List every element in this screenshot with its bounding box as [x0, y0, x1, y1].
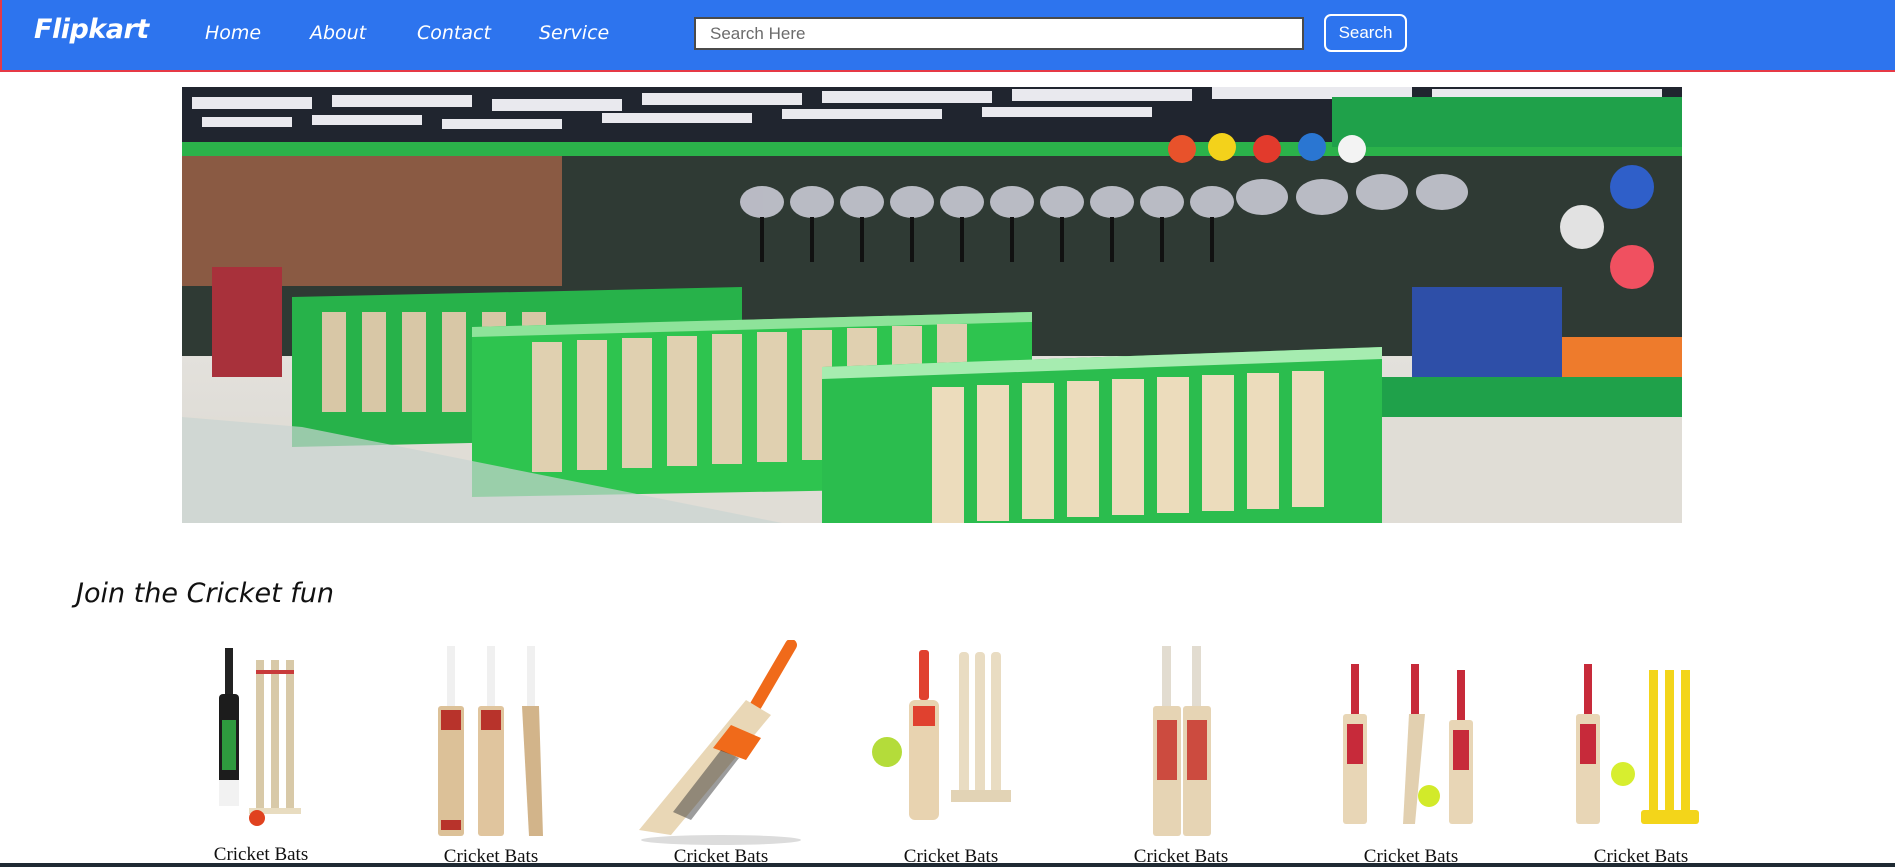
- product-card[interactable]: Cricket Bats: [621, 640, 821, 867]
- search-button[interactable]: Search: [1324, 14, 1407, 52]
- section-title: Join the Cricket fun: [76, 578, 335, 609]
- two-cricket-bats-image: [1153, 646, 1211, 836]
- product-list: Cricket Bats Cricket Bats Cricket Bats C…: [0, 640, 1895, 867]
- hero-image: [182, 87, 1682, 523]
- search-input[interactable]: [694, 17, 1304, 50]
- nav-link-service[interactable]: Service: [539, 22, 609, 44]
- product-card[interactable]: Cricket Bats: [161, 640, 361, 867]
- product-card[interactable]: Cricket Bats: [851, 640, 1051, 867]
- bottom-edge: [0, 863, 1895, 867]
- three-cricket-bats-image: [438, 646, 543, 836]
- sports-store-illustration: [182, 87, 1682, 523]
- nav-link-home[interactable]: Home: [205, 22, 261, 44]
- product-card[interactable]: Cricket Bats: [391, 640, 591, 867]
- product-card[interactable]: Cricket Bats: [1311, 640, 1511, 867]
- cricket-bat-with-stumps-and-ball-image: [219, 648, 301, 826]
- nav-link-contact[interactable]: Contact: [417, 22, 491, 44]
- logo[interactable]: Flipkart: [34, 14, 149, 45]
- navbar: Flipkart Home About Contact Service Sear…: [0, 0, 1895, 72]
- product-card[interactable]: Cricket Bats: [1541, 640, 1741, 867]
- orange-handle-cricket-bat-image: [639, 640, 801, 845]
- cricket-bat-stumps-and-ball-image: [872, 650, 1011, 820]
- three-cricket-bats-with-ball-image: [1343, 664, 1473, 824]
- product-card[interactable]: Cricket Bats: [1081, 640, 1281, 867]
- cricket-bat-with-yellow-stumps-image: [1576, 664, 1699, 824]
- nav-link-about[interactable]: About: [310, 22, 366, 44]
